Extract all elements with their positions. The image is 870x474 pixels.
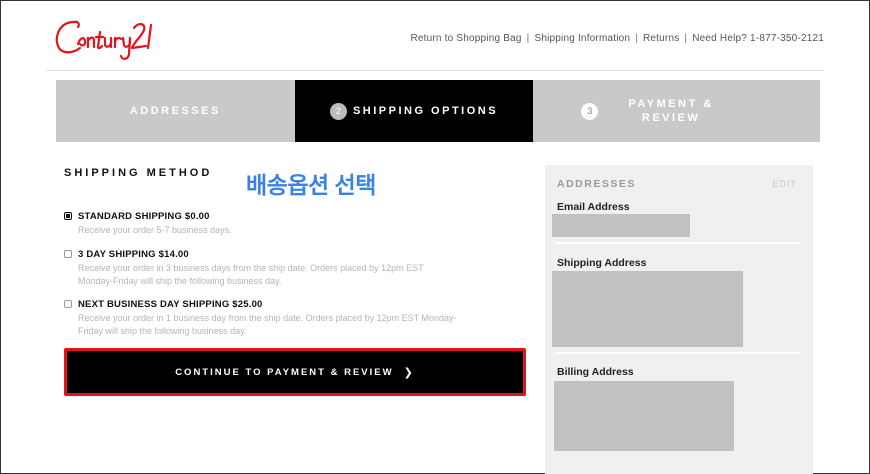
summary-divider bbox=[555, 352, 801, 354]
century21-logo[interactable] bbox=[52, 14, 158, 66]
option-desc: Receive your order in 1 business day fro… bbox=[78, 312, 534, 338]
step-addresses[interactable]: ADDRESSES bbox=[56, 80, 295, 142]
header-divider bbox=[46, 70, 824, 71]
shipping-method-title: SHIPPING METHOD bbox=[64, 167, 213, 179]
step-payment-review[interactable]: 3 PAYMENT & REVIEW bbox=[533, 80, 821, 142]
email-address-redacted bbox=[552, 214, 690, 237]
option-desc-line1: Receive your order in 3 business days fr… bbox=[78, 263, 424, 273]
top-links: Return to Shopping Bag | Shipping Informat… bbox=[410, 33, 824, 44]
shipping-address-label: Shipping Address bbox=[557, 257, 647, 269]
shipping-option-standard[interactable]: STANDARD SHIPPING $0.00 Receive your ord… bbox=[64, 211, 534, 237]
step-number-3: 3 bbox=[581, 102, 599, 120]
option-desc-line1: Receive your order in 1 business day fro… bbox=[78, 313, 457, 323]
summary-title: ADDRESSES bbox=[557, 178, 636, 190]
option-desc: Receive your order 5-7 business days. bbox=[78, 225, 232, 235]
shipping-info-link[interactable]: Shipping Information bbox=[534, 33, 630, 44]
radio-standard[interactable] bbox=[64, 212, 72, 220]
shipping-option-3day[interactable]: 3 DAY SHIPPING $14.00 Receive your order… bbox=[64, 249, 534, 288]
step-shipping-options[interactable]: 2 SHIPPING OPTIONS bbox=[294, 80, 534, 142]
returns-link[interactable]: Returns bbox=[643, 33, 679, 44]
edit-link[interactable]: EDIT bbox=[772, 179, 797, 189]
radio-next-day[interactable] bbox=[64, 300, 72, 308]
link-separator: | bbox=[635, 33, 638, 44]
option-desc-line2: Monday-Friday will ship the following bu… bbox=[78, 276, 282, 286]
checkout-steps: ADDRESSES 2 SHIPPING OPTIONS 3 PAYMENT &… bbox=[56, 80, 821, 142]
step-addresses-label: ADDRESSES bbox=[129, 105, 221, 117]
address-summary-panel: ADDRESSES EDIT Email Address Shipping Ad… bbox=[545, 165, 813, 474]
option-desc: Receive your order in 3 business days fr… bbox=[78, 262, 534, 288]
option-label: NEXT BUSINESS DAY SHIPPING $25.00 bbox=[78, 299, 263, 310]
link-separator: | bbox=[684, 33, 688, 44]
continue-to-payment-button[interactable]: CONTINUE TO PAYMENT & REVIEW ❯ bbox=[64, 348, 526, 396]
link-separator: | bbox=[526, 33, 530, 44]
continue-label: CONTINUE TO PAYMENT & REVIEW bbox=[175, 366, 394, 378]
radio-3day[interactable] bbox=[64, 250, 72, 258]
option-desc-line2: Friday will ship the following business … bbox=[78, 326, 247, 336]
need-help-link[interactable]: Need Help? 1-877-350-2121 bbox=[692, 33, 824, 44]
shipping-address-redacted bbox=[552, 271, 743, 347]
return-to-bag-link[interactable]: Return to Shopping Bag bbox=[410, 33, 521, 44]
billing-address-label: Billing Address bbox=[557, 366, 634, 378]
summary-divider bbox=[555, 242, 801, 244]
billing-address-redacted bbox=[554, 381, 734, 451]
step-payment-line1: PAYMENT & bbox=[628, 98, 714, 110]
step-payment-label: PAYMENT & REVIEW bbox=[628, 97, 713, 125]
chevron-right-icon: ❯ bbox=[403, 366, 415, 379]
step-number-2: 2 bbox=[329, 102, 347, 120]
option-label: STANDARD SHIPPING $0.00 bbox=[78, 211, 210, 222]
annotation-text: 배송옵션 선택 bbox=[246, 172, 376, 198]
email-address-label: Email Address bbox=[557, 201, 630, 213]
step-shipping-label: SHIPPING OPTIONS bbox=[352, 105, 499, 117]
option-label: 3 DAY SHIPPING $14.00 bbox=[78, 249, 189, 260]
shipping-option-next-day[interactable]: NEXT BUSINESS DAY SHIPPING $25.00 Receiv… bbox=[64, 299, 534, 338]
step-payment-line2: REVIEW bbox=[641, 112, 701, 124]
